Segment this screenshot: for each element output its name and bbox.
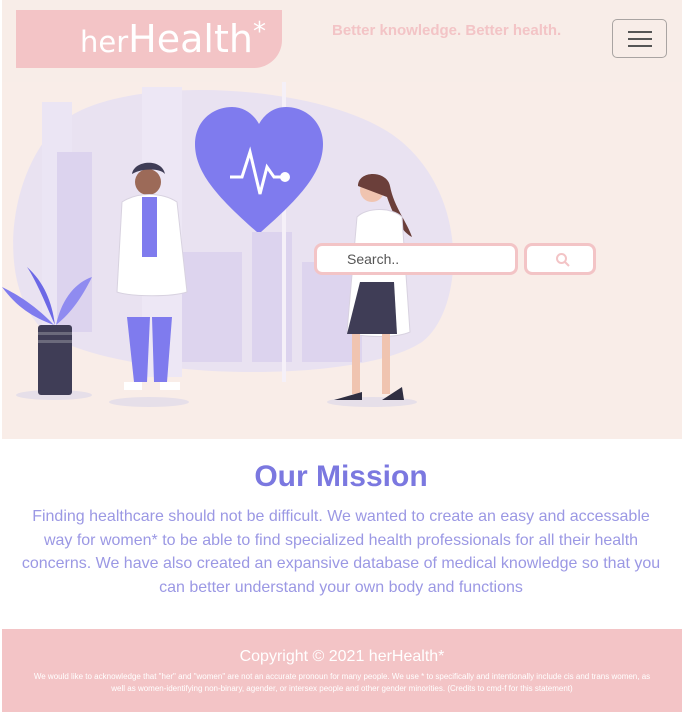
copyright-text: Copyright © 2021 herHealth*	[239, 648, 445, 665]
acknowledgement-text: We would like to acknowledge that "her" …	[33, 672, 651, 693]
logo-text: herHealth*	[80, 17, 266, 67]
hamburger-icon	[628, 45, 652, 47]
logo-star: *	[252, 17, 266, 47]
menu-toggle-button[interactable]	[612, 19, 667, 58]
hero-banner: Search..	[2, 82, 682, 439]
site-footer: Copyright © 2021 herHealth* We would lik…	[2, 629, 682, 712]
search-icon	[556, 253, 570, 267]
hamburger-icon	[628, 38, 652, 40]
hamburger-icon	[628, 31, 652, 33]
logo-health: Health	[128, 17, 253, 61]
logo[interactable]: herHealth*	[16, 10, 282, 68]
tagline: Better knowledge. Better health.	[332, 22, 562, 39]
search-input[interactable]: Search..	[314, 243, 518, 275]
mission-body: Finding healthcare should not be difficu…	[21, 508, 661, 596]
logo-her: her	[80, 25, 129, 59]
site-header: herHealth* Better knowledge. Better heal…	[2, 0, 682, 82]
search-button[interactable]	[524, 243, 596, 275]
mission-title: Our Mission	[254, 460, 428, 493]
